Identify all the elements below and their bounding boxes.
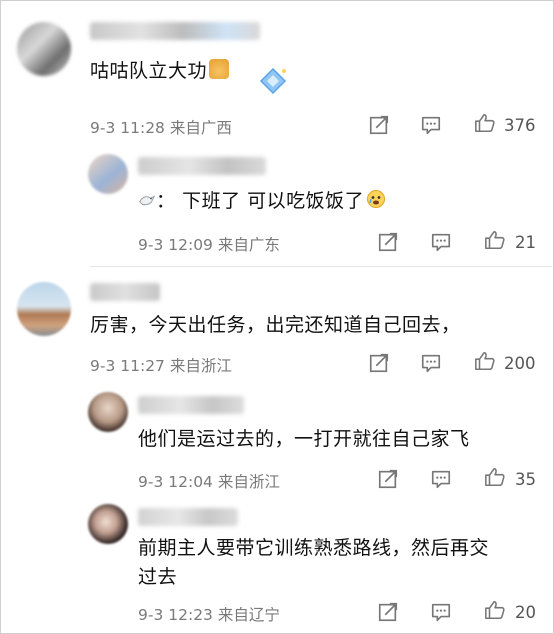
comment-icon[interactable] (420, 352, 442, 374)
reply-text: 他们是运过去的，一打开就往自己家飞 (138, 428, 470, 450)
comment-icon[interactable] (430, 601, 452, 623)
avatar[interactable] (17, 282, 71, 336)
username-blurred[interactable] (90, 22, 260, 40)
comment-text: 厉害，今天出任务，出完还知道自己回去， (90, 314, 461, 336)
comment-text: 咕咕队立大功 (90, 56, 230, 86)
comment-meta: 9-3 11:27 来自浙江 (90, 357, 232, 375)
avatar[interactable] (17, 22, 71, 76)
share-icon[interactable] (377, 231, 399, 253)
crying-face-emoji-icon (366, 188, 386, 208)
reply-text-line-2: 过去 (138, 566, 178, 588)
like-count: 20 (515, 603, 536, 622)
share-icon[interactable] (377, 601, 399, 623)
username-blurred[interactable] (138, 508, 238, 526)
thumbs-up-emoji-icon (209, 59, 230, 79)
thumbs-up-icon[interactable] (484, 466, 506, 488)
reply-text-line-1: 前期主人要带它训练熟悉路线，然后再交 (138, 537, 490, 559)
thumbs-up-icon[interactable] (484, 229, 506, 251)
reply-meta: 9-3 12:09 来自广东 (138, 236, 280, 254)
share-icon[interactable] (377, 468, 399, 490)
username-blurred[interactable] (138, 157, 266, 175)
comment-icon[interactable] (430, 231, 452, 253)
share-icon[interactable] (368, 114, 390, 136)
share-icon[interactable] (368, 352, 390, 374)
sparkle-badge-icon (258, 66, 288, 96)
comment-divider (90, 266, 552, 267)
dove-emoji-icon (138, 188, 156, 206)
reply-meta: 9-3 12:23 来自辽宁 (138, 606, 280, 624)
thumbs-up-icon[interactable] (474, 350, 496, 372)
username-blurred[interactable] (138, 396, 244, 414)
like-count: 21 (515, 233, 536, 252)
comment-meta: 9-3 11:28 来自广西 (90, 119, 232, 137)
comment-icon[interactable] (420, 114, 442, 136)
reply-text: ： 下班了 可以吃饭饭了 (138, 186, 386, 216)
like-count: 200 (504, 354, 536, 373)
avatar[interactable] (88, 392, 128, 432)
username-blurred[interactable] (90, 283, 160, 301)
like-count: 35 (515, 470, 536, 489)
thumbs-up-icon[interactable] (484, 599, 506, 621)
thumbs-up-icon[interactable] (474, 112, 496, 134)
reply-meta: 9-3 12:04 来自浙江 (138, 473, 280, 491)
avatar[interactable] (88, 154, 128, 194)
like-count: 376 (504, 116, 536, 135)
avatar[interactable] (88, 504, 128, 544)
comment-icon[interactable] (430, 468, 452, 490)
